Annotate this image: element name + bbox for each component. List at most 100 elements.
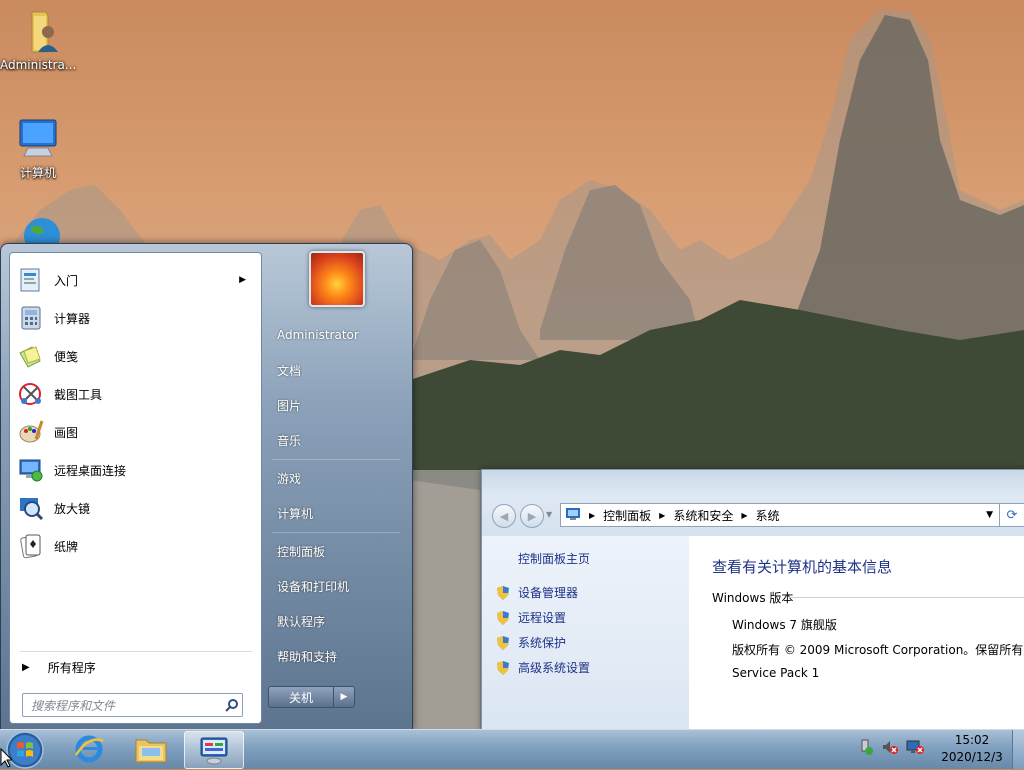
refresh-button[interactable]: ⟳ (1000, 503, 1024, 527)
default-programs-link[interactable]: 默认程序 (271, 607, 407, 635)
all-programs-button[interactable]: ▶ 所有程序 (18, 656, 96, 678)
computer-icon (14, 114, 62, 162)
chevron-right-icon: ▶ (741, 510, 748, 520)
navigation-bar: ◀ ▶ ▼ ▶ 控制面板 ▶ 系统和安全 ▶ 系统 ▼ ⟳ (482, 470, 1024, 536)
divider (789, 597, 1024, 598)
recent-pages-dropdown[interactable]: ▼ (546, 510, 552, 519)
chevron-right-icon: ▶ (659, 510, 666, 520)
program-magnifier[interactable]: 放大镜 (16, 491, 254, 525)
arrow-right-icon: ▶ (527, 509, 537, 523)
shutdown-button[interactable]: 关机 (268, 686, 334, 708)
windows-edition-value: Windows 7 旗舰版 (732, 618, 837, 632)
search-icon[interactable] (222, 698, 242, 712)
start-menu: 入门 ▶ 计算器 便笺 截图工具 画图 远程桌面连接 放大镜 纸牌 ▶ 所有程序… (0, 243, 413, 731)
action-center-icon[interactable] (858, 739, 874, 758)
refresh-icon: ⟳ (1006, 507, 1018, 523)
control-panel-home-link[interactable]: 控制面板主页 (518, 550, 590, 567)
divider (272, 459, 400, 460)
program-label: 放大镜 (54, 501, 91, 516)
taskbar-windows-explorer[interactable] (122, 731, 180, 767)
paint-icon (16, 417, 46, 447)
program-remote-desktop[interactable]: 远程桌面连接 (16, 453, 254, 487)
program-sticky-notes[interactable]: 便笺 (16, 339, 254, 373)
breadcrumb-system-security[interactable]: 系统和安全 (673, 507, 733, 524)
magnifier-icon (16, 493, 46, 523)
copyright-text: 版权所有 © 2009 Microsoft Corporation。保留所有 (732, 643, 1024, 657)
shutdown-options-button[interactable]: ▶ (334, 686, 355, 708)
user-folder-link[interactable]: Administrator (271, 321, 407, 349)
music-link[interactable]: 音乐 (271, 426, 407, 454)
address-bar[interactable]: ▶ 控制面板 ▶ 系统和安全 ▶ 系统 ▼ (560, 503, 1000, 527)
search-box[interactable]: 搜索程序和文件 (22, 693, 243, 717)
chevron-right-icon: ▶ (589, 510, 596, 520)
desktop-icon-computer[interactable]: 计算机 (0, 114, 76, 181)
breadcrumb-system[interactable]: 系统 (756, 507, 780, 524)
advanced-system-settings-label: 高级系统设置 (518, 661, 591, 675)
back-button[interactable]: ◀ (492, 504, 516, 528)
control-panel-icon (200, 737, 228, 765)
taskbar-internet-explorer[interactable] (60, 731, 118, 767)
internet-explorer-icon (74, 735, 104, 763)
desktop-icon-label: Administra... (0, 58, 77, 72)
program-label: 计算器 (54, 311, 91, 326)
chevron-right-icon: ▶ (340, 692, 348, 702)
shield-icon (497, 660, 509, 675)
devices-printers-link[interactable]: 设备和打印机 (271, 572, 407, 600)
shutdown-control: 关机 ▶ (268, 686, 356, 708)
calculator-icon (16, 303, 46, 333)
system-protection-link[interactable]: 系统保护 (496, 634, 566, 651)
program-label: 纸牌 (54, 539, 79, 554)
snipping-tool-icon (16, 379, 46, 409)
control-panel-sidebar: 控制面板主页 设备管理器 远程设置 系统保护 高级系统设置 (482, 536, 689, 729)
pictures-link[interactable]: 图片 (271, 391, 407, 419)
shield-icon (497, 585, 509, 600)
program-calculator[interactable]: 计算器 (16, 301, 254, 335)
program-snipping-tool[interactable]: 截图工具 (16, 377, 254, 411)
taskbar-control-panel[interactable] (184, 731, 244, 769)
windows-edition-heading: Windows 版本 (712, 591, 794, 605)
forward-button[interactable]: ▶ (520, 504, 544, 528)
chevron-right-icon: ▶ (239, 275, 246, 285)
clock[interactable]: 15:02 2020/12/3 (935, 732, 1009, 766)
divider (20, 651, 252, 652)
program-paint[interactable]: 画图 (16, 415, 254, 449)
shield-icon (497, 610, 509, 625)
chevron-down-icon[interactable]: ▼ (986, 510, 993, 520)
control-panel-small-icon (565, 507, 581, 524)
network-disconnected-icon[interactable] (906, 739, 924, 758)
program-getting-started[interactable]: 入门 ▶ (16, 263, 254, 297)
volume-muted-icon[interactable] (882, 739, 898, 758)
service-pack-value: Service Pack 1 (732, 666, 820, 680)
user-folder-icon (14, 8, 62, 56)
remote-settings-link[interactable]: 远程设置 (496, 609, 566, 626)
device-manager-link[interactable]: 设备管理器 (496, 584, 578, 601)
computer-link[interactable]: 计算机 (271, 499, 407, 527)
program-label: 画图 (54, 425, 79, 440)
start-menu-programs-pane: 入门 ▶ 计算器 便笺 截图工具 画图 远程桌面连接 放大镜 纸牌 ▶ 所有程序… (9, 252, 262, 724)
program-label: 入门 (54, 273, 79, 288)
clock-date: 2020/12/3 (941, 750, 1003, 764)
games-link[interactable]: 游戏 (271, 464, 407, 492)
mouse-cursor-icon (0, 748, 12, 768)
notification-area (858, 739, 924, 758)
device-manager-label: 设备管理器 (518, 586, 579, 600)
arrow-left-icon: ◀ (499, 509, 509, 523)
system-protection-label: 系统保护 (518, 636, 567, 650)
program-solitaire[interactable]: 纸牌 (16, 529, 254, 563)
search-input[interactable]: 搜索程序和文件 (23, 697, 222, 714)
program-label: 截图工具 (54, 387, 103, 402)
clock-time: 15:02 (954, 733, 990, 747)
control-panel-link[interactable]: 控制面板 (271, 537, 407, 565)
sticky-notes-icon (16, 341, 46, 371)
page-title: 查看有关计算机的基本信息 (712, 558, 893, 576)
user-picture-flower[interactable] (309, 251, 365, 307)
advanced-system-settings-link[interactable]: 高级系统设置 (496, 659, 590, 676)
help-support-link[interactable]: 帮助和支持 (271, 642, 407, 670)
documents-link[interactable]: 文档 (271, 356, 407, 384)
desktop-icon-administrator[interactable]: Administra... (0, 8, 76, 72)
show-desktop-button[interactable] (1012, 730, 1024, 769)
triangle-right-icon: ▶ (22, 661, 30, 673)
divider (272, 532, 400, 533)
breadcrumb-control-panel[interactable]: 控制面板 (603, 507, 651, 524)
control-panel-window: ◀ ▶ ▼ ▶ 控制面板 ▶ 系统和安全 ▶ 系统 ▼ ⟳ 控制面板主页 设备管… (481, 469, 1024, 730)
